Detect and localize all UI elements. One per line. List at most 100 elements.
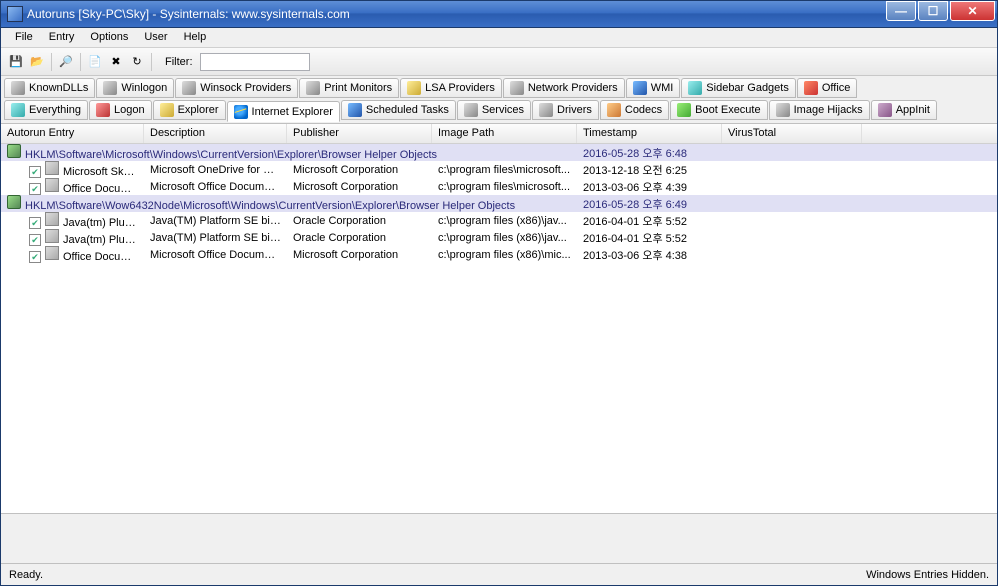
titlebar[interactable]: Autoruns [Sky-PC\Sky] - Sysinternals: ww… (1, 1, 997, 28)
menubar: File Entry Options User Help (1, 28, 997, 48)
cell-image-path: c:\program files\microsoft... (432, 163, 577, 177)
window-title: Autoruns [Sky-PC\Sky] - Sysinternals: ww… (27, 7, 886, 21)
col-timestamp[interactable]: Timestamp (577, 124, 722, 143)
col-image-path[interactable]: Image Path (432, 124, 577, 143)
cell-description: Microsoft OneDrive for Busi... (144, 163, 287, 177)
cell-image-path: c:\program files (x86)\jav... (432, 231, 577, 245)
toolbar-separator (80, 53, 81, 71)
toolbar: 💾 📂 🔎 📄 ✖ ↻ Filter: (1, 48, 997, 76)
tab-label: LSA Providers (425, 82, 495, 94)
menu-entry[interactable]: Entry (41, 28, 83, 47)
list-item[interactable]: ✔Java(tm) Plug-I...Java(TM) Platform SE … (1, 212, 997, 229)
enable-checkbox[interactable]: ✔ (29, 251, 41, 263)
status-left: Ready. (9, 569, 43, 581)
tab-icon (306, 81, 320, 95)
tab-explorer[interactable]: Explorer (153, 100, 226, 120)
tab-codecs[interactable]: Codecs (600, 100, 669, 120)
tab-sidebargadgets[interactable]: Sidebar Gadgets (681, 78, 796, 98)
cell-virustotal (722, 169, 862, 171)
tab-label: Image Hijacks (794, 104, 863, 116)
listview-body: HKLM\Software\Microsoft\Windows\CurrentV… (1, 144, 997, 263)
menu-file[interactable]: File (7, 28, 41, 47)
entry-icon (45, 212, 59, 226)
col-virustotal[interactable]: VirusTotal (722, 124, 862, 143)
jump-icon[interactable]: 📄 (86, 53, 104, 71)
tab-office[interactable]: Office (797, 78, 858, 98)
tab-icon (407, 81, 421, 95)
tab-logon[interactable]: Logon (89, 100, 152, 120)
entry-icon (45, 229, 59, 243)
tab-bootexecute[interactable]: Boot Execute (670, 100, 767, 120)
save-icon[interactable]: 💾 (7, 53, 25, 71)
tab-label: Scheduled Tasks (366, 104, 449, 116)
list-item[interactable]: ✔Office Docume...Microsoft Office Docume… (1, 246, 997, 263)
listview-header: Autorun Entry Description Publisher Imag… (1, 124, 997, 144)
menu-options[interactable]: Options (82, 28, 136, 47)
delete-icon[interactable]: ✖ (107, 53, 125, 71)
cell-image-path: c:\program files (x86)\mic... (432, 248, 577, 262)
cell-timestamp: 2016-04-01 오후 5:52 (577, 229, 722, 247)
tab-services[interactable]: Services (457, 100, 531, 120)
tab-icon (182, 81, 196, 95)
tab-label: Everything (29, 104, 81, 116)
tab-label: Explorer (178, 104, 219, 116)
find-icon[interactable]: 🔎 (57, 53, 75, 71)
tab-icon (11, 103, 25, 117)
registry-group-row[interactable]: HKLM\Software\Microsoft\Windows\CurrentV… (1, 144, 997, 161)
refresh-icon[interactable]: ↻ (128, 53, 146, 71)
tab-imagehijacks[interactable]: Image Hijacks (769, 100, 870, 120)
col-autorun-entry[interactable]: Autorun Entry (1, 124, 144, 143)
tab-icon (539, 103, 553, 117)
tab-label: WMI (651, 82, 674, 94)
tab-scheduledtasks[interactable]: Scheduled Tasks (341, 100, 456, 120)
listview[interactable]: Autorun Entry Description Publisher Imag… (1, 124, 997, 513)
cell-image-path: c:\program files\microsoft... (432, 180, 577, 194)
tab-drivers[interactable]: Drivers (532, 100, 599, 120)
close-button[interactable]: ✕ (950, 1, 995, 21)
tab-lsaproviders[interactable]: LSA Providers (400, 78, 502, 98)
registry-group-row[interactable]: HKLM\Software\Wow6432Node\Microsoft\Wind… (1, 195, 997, 212)
list-item[interactable]: ✔Office Docume...Microsoft Office Docume… (1, 178, 997, 195)
toolbar-separator (151, 53, 152, 71)
tab-everything[interactable]: Everything (4, 100, 88, 120)
minimize-button[interactable]: — (886, 1, 916, 21)
col-publisher[interactable]: Publisher (287, 124, 432, 143)
app-icon (7, 6, 23, 22)
statusbar: Ready. Windows Entries Hidden. (1, 563, 997, 585)
tab-label: Boot Execute (695, 104, 760, 116)
cell-publisher: Oracle Corporation (287, 214, 432, 228)
tab-icon (688, 81, 702, 95)
filter-input[interactable] (200, 53, 310, 71)
tab-appinit[interactable]: AppInit (871, 100, 937, 120)
cell-timestamp: 2013-03-06 오후 4:39 (577, 178, 722, 196)
tab-icon (96, 103, 110, 117)
tab-label: Codecs (625, 104, 662, 116)
tab-winlogon[interactable]: Winlogon (96, 78, 174, 98)
entry-icon (45, 178, 59, 192)
cell-virustotal (722, 254, 862, 256)
col-description[interactable]: Description (144, 124, 287, 143)
entry-icon (45, 161, 59, 175)
tab-icon (878, 103, 892, 117)
tab-winsock[interactable]: Winsock Providers (175, 78, 298, 98)
cell-publisher: Microsoft Corporation (287, 163, 432, 177)
list-item[interactable]: ✔Java(tm) Plug-I...Java(TM) Platform SE … (1, 229, 997, 246)
menu-user[interactable]: User (136, 28, 175, 47)
tab-knowndlls[interactable]: KnownDLLs (4, 78, 95, 98)
list-item[interactable]: ✔Microsoft SkyD...Microsoft OneDrive for… (1, 161, 997, 178)
cell-description: Java(TM) Platform SE binary (144, 214, 287, 228)
tab-networkproviders[interactable]: Network Providers (503, 78, 625, 98)
tab-icon (510, 81, 524, 95)
tab-printmonitors[interactable]: Print Monitors (299, 78, 399, 98)
maximize-button[interactable]: ☐ (918, 1, 948, 21)
tab-wmi[interactable]: WMI (626, 78, 681, 98)
tab-label: Logon (114, 104, 145, 116)
tab-label: Sidebar Gadgets (706, 82, 789, 94)
cell-timestamp: 2013-03-06 오후 4:38 (577, 246, 722, 264)
open-icon[interactable]: 📂 (28, 53, 46, 71)
tab-label: Office (822, 82, 851, 94)
menu-help[interactable]: Help (176, 28, 215, 47)
group-timestamp: 2016-05-28 오후 6:49 (577, 195, 722, 213)
tab-internetexplorer[interactable]: Internet Explorer (227, 101, 340, 122)
tab-row-1: KnownDLLsWinlogonWinsock ProvidersPrint … (4, 78, 994, 98)
